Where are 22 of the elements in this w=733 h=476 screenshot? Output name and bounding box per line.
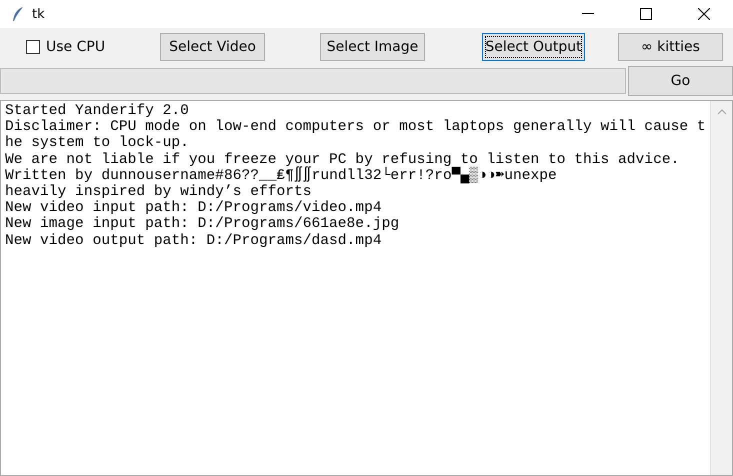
log-line: Written by dunnousername#86??__₤¶∬∬rundll32└err!?ro▀▄▒◑◑➽unexpe <box>5 168 558 184</box>
toolbar-button[interactable]: Select Video <box>160 33 265 61</box>
log-line: New image input path: D:/Programs/661ae8e.jpg <box>5 216 400 233</box>
window-title: tk <box>32 6 46 22</box>
scrollbar[interactable] <box>710 101 732 475</box>
close-icon[interactable] <box>698 8 710 20</box>
log-line: New video input path: D:/Programs/video.mp4 <box>5 200 382 216</box>
feather-icon <box>12 6 24 22</box>
toolbar-button[interactable]: Select Output <box>482 33 585 61</box>
log-line: New video output path: D:/Programs/dasd.mp4 <box>5 232 383 249</box>
log-text-area[interactable] <box>0 100 733 476</box>
log-line: heavily inspired by windy’s efforts <box>5 184 312 200</box>
log-line: he system to lock-up. <box>5 135 190 152</box>
toolbar-button[interactable]: ∞ kitties <box>618 33 723 61</box>
minimize-icon[interactable] <box>582 13 594 15</box>
checkbox-label: Use CPU <box>46 39 106 55</box>
maximize-icon[interactable] <box>640 8 652 20</box>
toolbar-button[interactable]: Select Image <box>320 33 425 61</box>
log-line: Disclaimer: CPU mode on low-end computers or most laptops generally will cause t <box>5 119 706 136</box>
checkbox[interactable] <box>26 40 40 54</box>
go-button[interactable]: Go <box>628 66 733 96</box>
log-line: Started Yanderify 2.0 <box>5 103 190 119</box>
